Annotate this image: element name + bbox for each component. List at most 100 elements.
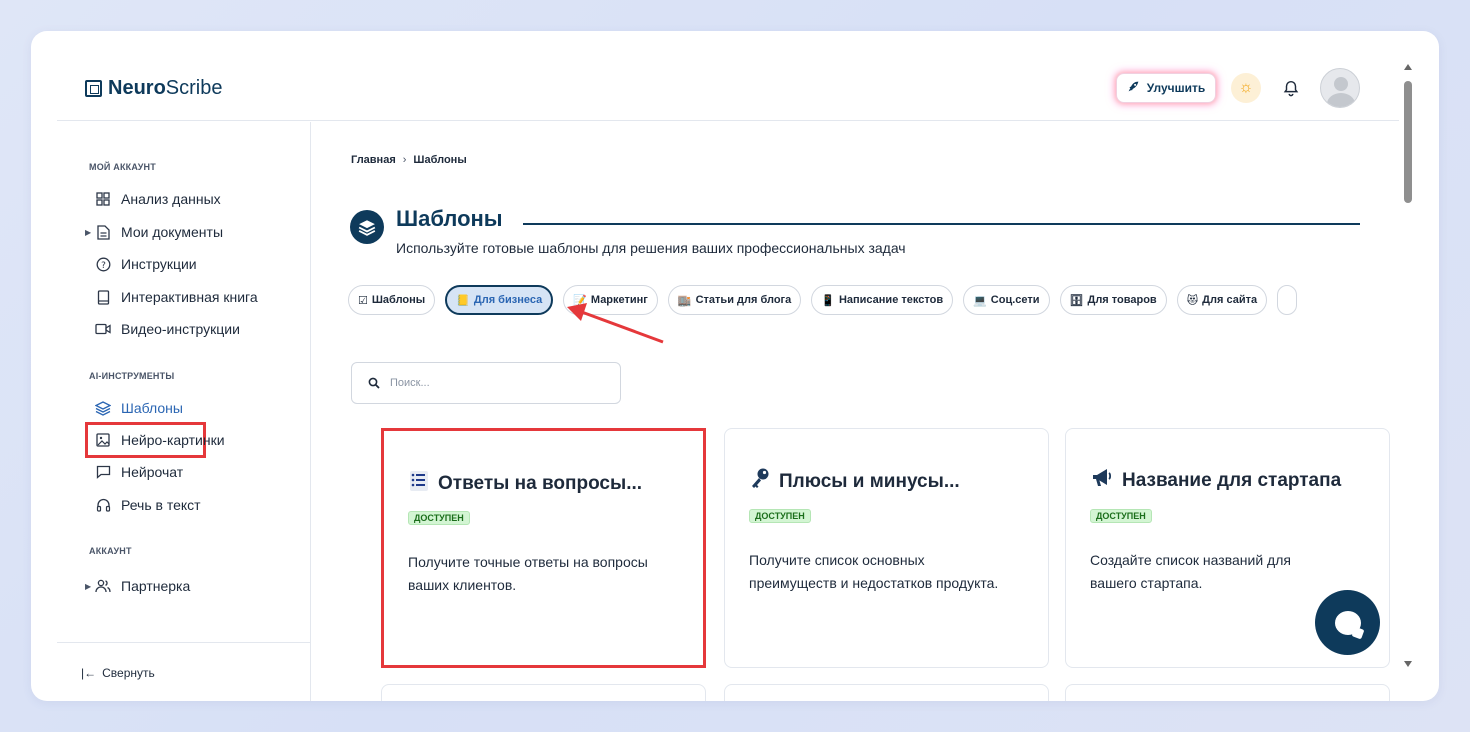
key-icon bbox=[749, 467, 771, 497]
chip-writing[interactable]: 📱 Написание текстов bbox=[811, 285, 954, 315]
search-icon bbox=[368, 377, 380, 389]
main-content: Главная › Шаблоны Шаблоны Используйте го… bbox=[312, 122, 1399, 701]
chip-website[interactable]: 😻 Для сайта bbox=[1176, 285, 1268, 315]
sidebar-item-neurochat[interactable]: Нейрочат bbox=[95, 461, 183, 483]
chat-widget-button[interactable] bbox=[1315, 590, 1380, 655]
logo[interactable]: Neuro Scribe bbox=[85, 77, 223, 100]
chip-business[interactable]: 📒 Для бизнеса bbox=[445, 285, 554, 315]
rocket-icon bbox=[1127, 80, 1140, 96]
page-subtitle: Используйте готовые шаблоны для решения … bbox=[396, 240, 906, 256]
card-title: Ответы на вопросы... bbox=[408, 469, 642, 499]
theme-toggle-button[interactable]: ☼ bbox=[1231, 73, 1261, 103]
template-card-pros-cons[interactable]: Плюсы и минусы... ДОСТУПЕН Получите спис… bbox=[724, 428, 1049, 668]
caret-right-icon[interactable]: ▶ bbox=[85, 228, 91, 237]
sidebar-item-label: Нейро-картинки bbox=[121, 432, 225, 448]
scroll-up-icon[interactable] bbox=[1404, 64, 1412, 70]
caret-right-icon[interactable]: ▶ bbox=[85, 582, 91, 591]
card-description: Получите точные ответы на вопросы ваших … bbox=[408, 554, 648, 593]
app-window: Neuro Scribe Улучшить ☼ МОЙ АККАУНТ Анали… bbox=[31, 31, 1439, 701]
sidebar-section-title: АККАУНТ bbox=[89, 546, 132, 556]
status-badge: ДОСТУПЕН bbox=[749, 509, 811, 523]
chip-social[interactable]: 💻 Соц.сети bbox=[963, 285, 1050, 315]
template-card[interactable] bbox=[381, 684, 706, 701]
category-chips: ☑ Шаблоны 📒 Для бизнеса 📝 Маркетинг 🏬 Статьи… bbox=[348, 285, 1298, 315]
card-description: Создайте список названий для вашего стар… bbox=[1090, 552, 1291, 591]
scroll-down-icon[interactable] bbox=[1404, 661, 1412, 667]
list-icon bbox=[408, 469, 430, 499]
layers-icon bbox=[350, 210, 384, 244]
status-badge: ДОСТУПЕН bbox=[1090, 509, 1152, 523]
status-badge: ДОСТУПЕН bbox=[408, 511, 470, 525]
breadcrumb-current: Шаблоны bbox=[413, 154, 467, 166]
sidebar-item-speech-to-text[interactable]: Речь в текст bbox=[95, 494, 201, 516]
sidebar-item-label: Мои документы bbox=[121, 224, 224, 240]
chip-templates[interactable]: ☑ Шаблоны bbox=[348, 285, 436, 315]
avatar[interactable] bbox=[1320, 68, 1360, 108]
page-title: Шаблоны bbox=[396, 206, 503, 231]
search-input[interactable] bbox=[390, 377, 590, 389]
memo-icon: 📝 bbox=[573, 294, 587, 307]
book-icon bbox=[95, 289, 111, 305]
sidebar-item-label: Инструкции bbox=[121, 256, 197, 272]
breadcrumb: Главная › Шаблоны bbox=[351, 154, 467, 166]
scroll-thumb[interactable] bbox=[1404, 81, 1412, 203]
upgrade-label: Улучшить bbox=[1146, 81, 1206, 95]
sidebar-item-templates[interactable]: Шаблоны bbox=[95, 397, 183, 419]
chip-label: Соц.сети bbox=[990, 294, 1040, 306]
sidebar-item-video-instructions[interactable]: Видео-инструкции bbox=[95, 318, 240, 340]
help-circle-icon: ? bbox=[95, 256, 111, 272]
checkbox-icon: ☑ bbox=[358, 294, 368, 307]
upgrade-button[interactable]: Улучшить bbox=[1116, 73, 1216, 103]
sidebar-item-label: Шаблоны bbox=[121, 400, 183, 416]
collapse-area: |← Свернуть bbox=[57, 642, 311, 701]
chip-products[interactable]: 🗄 Для товаров bbox=[1059, 285, 1167, 315]
card-title-text: Плюсы и минусы... bbox=[779, 471, 960, 492]
layers-icon bbox=[95, 400, 111, 416]
image-icon bbox=[95, 432, 111, 448]
headphones-icon bbox=[95, 497, 111, 513]
sidebar-item-instructions[interactable]: ? Инструкции bbox=[95, 253, 197, 275]
breadcrumb-home[interactable]: Главная bbox=[351, 154, 396, 166]
grid-icon bbox=[95, 191, 111, 207]
collapse-button[interactable]: |← Свернуть bbox=[81, 666, 155, 680]
sidebar-item-interactive-book[interactable]: Интерактивная книга bbox=[95, 286, 258, 308]
card-title: Название для стартапа bbox=[1090, 467, 1341, 495]
chip-label: Для товаров bbox=[1087, 294, 1157, 306]
megaphone-icon bbox=[1090, 467, 1114, 495]
sidebar-item-my-documents[interactable]: ▶ Мои документы bbox=[85, 221, 224, 243]
template-card-answers[interactable]: Ответы на вопросы... ДОСТУПЕН Получите т… bbox=[381, 428, 706, 668]
chat-bubble-icon bbox=[1334, 610, 1361, 635]
scrollbar[interactable] bbox=[1401, 61, 1415, 671]
store-icon: 🏬 bbox=[677, 294, 692, 307]
sidebar-item-label: Анализ данных bbox=[121, 191, 221, 207]
template-card[interactable] bbox=[1065, 684, 1390, 701]
template-card[interactable] bbox=[724, 684, 1049, 701]
search-box bbox=[351, 362, 621, 404]
chip-label: Для сайта bbox=[1202, 294, 1258, 306]
laptop-icon: 💻 bbox=[973, 294, 987, 307]
chip-more[interactable] bbox=[1277, 285, 1298, 315]
sun-icon: ☼ bbox=[1238, 79, 1254, 96]
card-description: Получите список основных преимуществ и н… bbox=[749, 552, 999, 591]
sidebar-item-label: Партнерка bbox=[121, 578, 191, 594]
chip-label: Статьи для блога bbox=[695, 294, 792, 306]
card-title: Плюсы и минусы... bbox=[749, 467, 960, 497]
chip-marketing[interactable]: 📝 Маркетинг bbox=[563, 285, 658, 315]
sidebar-item-label: Видео-инструкции bbox=[121, 321, 240, 337]
chip-blog-articles[interactable]: 🏬 Статьи для блога bbox=[667, 285, 802, 315]
sidebar-section-title: МОЙ АККАУНТ bbox=[89, 162, 156, 172]
sidebar-item-data-analysis[interactable]: Анализ данных bbox=[95, 188, 221, 210]
document-icon bbox=[95, 224, 111, 240]
top-bar: Neuro Scribe Улучшить ☼ bbox=[57, 31, 1399, 121]
sidebar-item-neuro-images[interactable]: Нейро-картинки bbox=[95, 429, 225, 451]
sidebar-item-label: Нейрочат bbox=[121, 464, 184, 480]
card-title-text: Название для стартапа bbox=[1122, 470, 1342, 491]
logo-rest: Scribe bbox=[165, 77, 223, 99]
svg-text:?: ? bbox=[101, 261, 106, 271]
notifications-button[interactable] bbox=[1279, 76, 1303, 100]
sidebar-item-partners[interactable]: ▶ Партнерка bbox=[85, 575, 191, 597]
logo-icon bbox=[85, 80, 102, 97]
card-title-text: Ответы на вопросы... bbox=[438, 473, 643, 494]
users-icon bbox=[95, 578, 111, 594]
chip-label: Написание текстов bbox=[838, 294, 944, 306]
